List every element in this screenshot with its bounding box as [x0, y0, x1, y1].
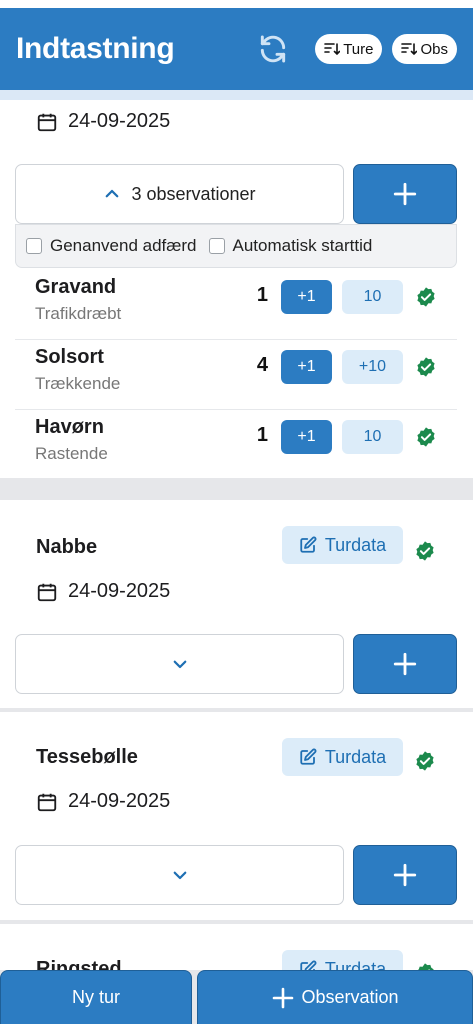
- add-observation-button[interactable]: [353, 634, 457, 694]
- calendar-icon: [37, 583, 57, 601]
- verified-check-icon: [416, 541, 434, 561]
- observation-count: 1: [256, 284, 268, 306]
- observation-row[interactable]: Solsort Trækkende 4 +1 +10: [15, 340, 457, 410]
- plus-icon: [393, 652, 417, 676]
- sort-icon: [324, 43, 341, 56]
- trip-date-text: 24-09-2025: [68, 580, 171, 602]
- trip-date-text: 24-09-2025: [68, 790, 171, 812]
- observations-count-label: 3 observationer: [131, 183, 256, 204]
- new-observation-label: Observation: [301, 987, 399, 1007]
- observation-row[interactable]: Havørn Rastende 1 +1 10: [15, 410, 457, 480]
- behavior-text: Trækkende: [35, 374, 121, 393]
- sort-obs-label: Obs: [420, 40, 448, 58]
- chevron-down-icon: [173, 871, 186, 880]
- increment-one-button[interactable]: +1: [281, 420, 332, 454]
- new-observation-button[interactable]: Observation: [197, 970, 473, 1024]
- trip-card: 24-09-2025 3 observationer Genanvend adf…: [0, 100, 473, 478]
- increment-one-button[interactable]: +1: [281, 350, 332, 384]
- auto-start-label: Automatisk starttid: [232, 236, 373, 255]
- verified-check-icon: [417, 963, 434, 970]
- expand-observations-button[interactable]: [15, 634, 344, 694]
- observation-count: 1: [256, 424, 268, 446]
- status-strip: [0, 0, 473, 8]
- verified-check-icon: [417, 427, 435, 447]
- page-title: Indtastning: [16, 32, 175, 65]
- bottom-action-bar: Ny tur Observation: [0, 970, 473, 1024]
- sort-trips-button[interactable]: Ture: [315, 34, 383, 64]
- increment-ten-button[interactable]: 10: [342, 280, 403, 314]
- auto-start-checkbox[interactable]: Automatisk starttid: [208, 236, 373, 256]
- trip-date-text: 24-09-2025: [68, 110, 171, 132]
- refresh-button[interactable]: [253, 29, 293, 69]
- turdata-button[interactable]: Turdata: [282, 738, 403, 776]
- increment-ten-button[interactable]: 10: [342, 420, 403, 454]
- chevron-up-icon: [106, 189, 119, 198]
- observation-row[interactable]: Gravand Trafikdræbt 1 +1 10: [15, 270, 457, 340]
- trip-name: Tessebølle: [36, 746, 138, 768]
- turdata-label: Turdata: [324, 958, 387, 971]
- checkbox-box[interactable]: [26, 238, 42, 254]
- edit-icon: [300, 536, 317, 553]
- observation-count: 4: [256, 354, 268, 376]
- species-name: Havørn: [35, 416, 104, 438]
- reuse-behavior-checkbox[interactable]: Genanvend adfærd: [26, 236, 197, 256]
- trip-list[interactable]: 24-09-2025 3 observationer Genanvend adf…: [0, 100, 473, 970]
- reuse-behavior-label: Genanvend adfærd: [50, 236, 197, 255]
- verified-check-icon: [417, 287, 435, 307]
- behavior-text: Rastende: [35, 444, 108, 463]
- trip-name: Nabbe: [36, 536, 98, 558]
- increment-ten-button[interactable]: +10: [342, 350, 403, 384]
- app-header: Indtastning Ture Obs: [0, 8, 473, 90]
- edit-icon: [300, 748, 317, 765]
- trip-date: 24-09-2025: [36, 790, 170, 813]
- increment-one-button[interactable]: +1: [281, 280, 332, 314]
- new-trip-label: Ny tur: [71, 987, 120, 1007]
- refresh-icon: [261, 35, 286, 63]
- trip-card: Ringsted Turdata: [0, 924, 473, 970]
- observation-options: Genanvend adfærd Automatisk starttid: [15, 224, 457, 268]
- trip-date: 24-09-2025: [36, 580, 170, 603]
- sort-obs-button[interactable]: Obs: [392, 34, 457, 64]
- calendar-icon: [37, 793, 57, 811]
- header-divider: [0, 90, 473, 100]
- turdata-label: Turdata: [324, 534, 387, 555]
- behavior-text: Trafikdræbt: [35, 304, 122, 323]
- trip-name: Ringsted: [36, 958, 122, 970]
- trip-card: Nabbe Turdata 24-09-2025: [0, 500, 473, 708]
- expand-observations-button[interactable]: [15, 845, 344, 905]
- add-observation-button[interactable]: [353, 164, 457, 224]
- trip-date: 24-09-2025: [36, 110, 170, 133]
- checkbox-box[interactable]: [208, 238, 225, 254]
- chevron-down-icon: [173, 660, 186, 669]
- plus-icon: [393, 863, 417, 887]
- sort-trips-label: Ture: [343, 40, 374, 58]
- turdata-button[interactable]: Turdata: [282, 950, 403, 970]
- species-name: Gravand: [35, 276, 117, 298]
- species-name: Solsort: [35, 346, 104, 368]
- verified-check-icon: [417, 357, 435, 377]
- new-trip-button[interactable]: Ny tur: [0, 970, 192, 1024]
- observations-toggle-button[interactable]: 3 observationer: [15, 164, 344, 224]
- plus-icon: [273, 987, 294, 1008]
- turdata-button[interactable]: Turdata: [282, 526, 403, 564]
- plus-icon: [393, 182, 417, 206]
- turdata-label: Turdata: [324, 746, 387, 767]
- verified-check-icon: [416, 751, 434, 771]
- add-observation-button[interactable]: [353, 845, 457, 905]
- trip-card: Tessebølle Turdata 24-09-2025: [0, 712, 473, 920]
- sort-icon: [401, 43, 418, 56]
- edit-icon: [300, 960, 317, 970]
- calendar-icon: [37, 113, 57, 131]
